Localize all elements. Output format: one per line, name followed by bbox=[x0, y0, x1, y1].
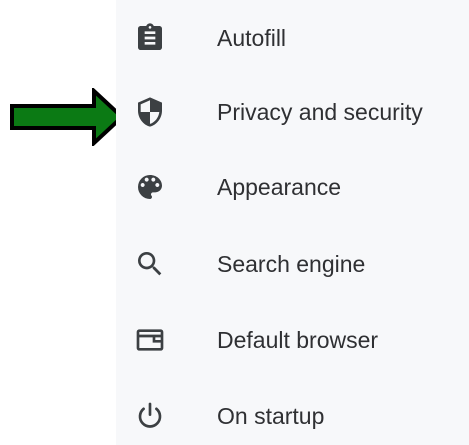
sidebar-item-label: On startup bbox=[217, 403, 325, 429]
settings-sidebar: Autofill Privacy and security Appearance bbox=[116, 0, 469, 445]
sidebar-item-appearance[interactable]: Appearance bbox=[116, 155, 469, 215]
sidebar-item-on-startup[interactable]: On startup bbox=[116, 384, 469, 444]
right-arrow-icon bbox=[10, 88, 126, 146]
sidebar-item-label: Default browser bbox=[217, 327, 379, 353]
sidebar-item-privacy-and-security[interactable]: Privacy and security bbox=[116, 80, 469, 140]
shield-icon bbox=[134, 96, 166, 128]
sidebar-item-search-engine[interactable]: Search engine bbox=[116, 232, 469, 292]
sidebar-item-label: Search engine bbox=[217, 251, 366, 277]
search-icon bbox=[134, 248, 166, 280]
sidebar-item-autofill[interactable]: Autofill bbox=[116, 6, 469, 66]
sidebar-item-label: Autofill bbox=[217, 25, 287, 51]
sidebar-item-label: Appearance bbox=[217, 174, 342, 200]
sidebar-item-default-browser[interactable]: Default browser bbox=[116, 308, 469, 368]
power-icon bbox=[134, 400, 166, 432]
browser-window-icon bbox=[134, 324, 166, 356]
settings-page: Autofill Privacy and security Appearance bbox=[0, 0, 469, 445]
sidebar-item-label: Privacy and security bbox=[217, 99, 423, 125]
palette-icon bbox=[134, 171, 166, 203]
clipboard-icon bbox=[134, 22, 166, 54]
